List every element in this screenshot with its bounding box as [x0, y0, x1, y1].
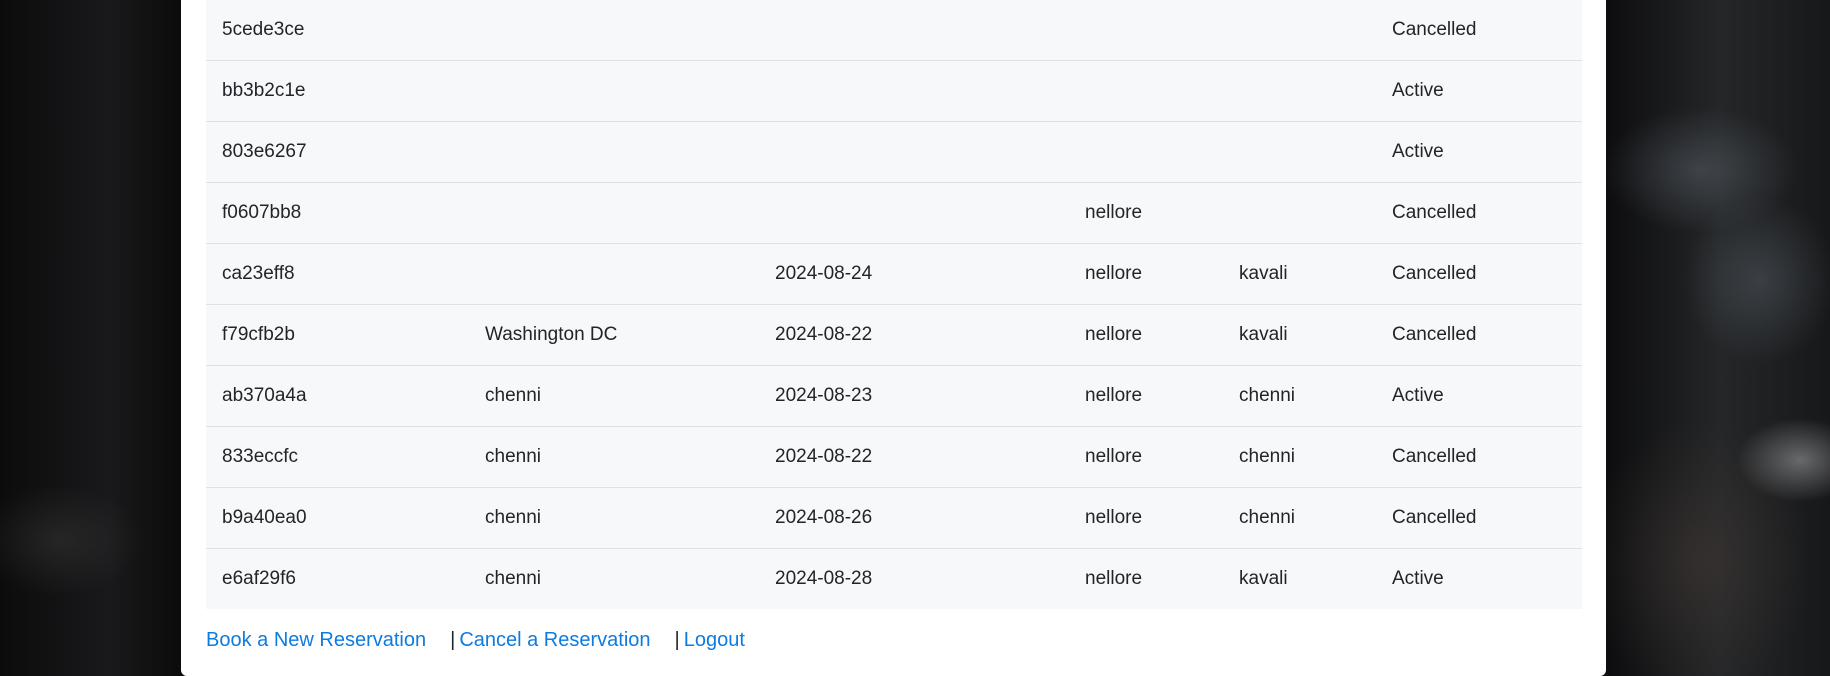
date-cell [759, 182, 1069, 244]
to-cell: kavali [1223, 304, 1376, 366]
book-reservation-link[interactable]: Book a New Reservation [206, 629, 426, 651]
status-cell: Active [1376, 365, 1582, 427]
from-cell: nellore [1069, 548, 1223, 609]
from-cell: nellore [1069, 365, 1223, 427]
origin-cell: Washington DC [469, 304, 759, 366]
origin-cell [469, 121, 759, 183]
status-cell: Cancelled [1376, 0, 1582, 61]
date-cell: 2024-08-26 [759, 487, 1069, 549]
reservations-table-body: 5cede3ce Cancelled bb3b2c1e Active 803e6267 A… [206, 0, 1582, 609]
status-cell: Cancelled [1376, 182, 1582, 244]
origin-cell: chenni [469, 487, 759, 549]
status-cell: Active [1376, 60, 1582, 122]
reservation-id-cell: 5cede3ce [206, 0, 469, 61]
separator: | [674, 629, 680, 651]
table-row: 5cede3ce Cancelled [206, 0, 1582, 61]
from-cell: nellore [1069, 243, 1223, 305]
table-row: f0607bb8 nellore Cancelled [206, 182, 1582, 244]
to-cell [1223, 121, 1376, 183]
status-cell: Cancelled [1376, 304, 1582, 366]
date-cell: 2024-08-28 [759, 548, 1069, 609]
table-row: bb3b2c1e Active [206, 60, 1582, 122]
reservation-id-cell: ab370a4a [206, 365, 469, 427]
date-cell: 2024-08-23 [759, 365, 1069, 427]
reservation-id-cell: f0607bb8 [206, 182, 469, 244]
reservation-id-cell: bb3b2c1e [206, 60, 469, 122]
table-row: 833eccfc chenni 2024-08-22 nellore chenni Can… [206, 426, 1582, 488]
status-cell: Cancelled [1376, 487, 1582, 549]
reservation-id-cell: ca23eff8 [206, 243, 469, 305]
date-cell [759, 0, 1069, 61]
table-row: 803e6267 Active [206, 121, 1582, 183]
origin-cell [469, 182, 759, 244]
date-cell: 2024-08-24 [759, 243, 1069, 305]
origin-cell [469, 60, 759, 122]
from-cell: nellore [1069, 304, 1223, 366]
from-cell: nellore [1069, 182, 1223, 244]
table-row: b9a40ea0 chenni 2024-08-26 nellore chenni Can… [206, 487, 1582, 549]
from-cell [1069, 0, 1223, 61]
table-row: e6af29f6 chenni 2024-08-28 nellore kavali Act… [206, 548, 1582, 609]
date-cell [759, 121, 1069, 183]
to-cell: kavali [1223, 243, 1376, 305]
table-row: ca23eff8 2024-08-24 nellore kavali Cancelled [206, 243, 1582, 305]
table-row: f79cfb2b Washington DC 2024-08-22 nellore ka… [206, 304, 1582, 366]
origin-cell [469, 243, 759, 305]
status-cell: Cancelled [1376, 426, 1582, 488]
origin-cell: chenni [469, 365, 759, 427]
origin-cell: chenni [469, 548, 759, 609]
status-cell: Active [1376, 121, 1582, 183]
reservation-id-cell: 803e6267 [206, 121, 469, 183]
reservation-id-cell: b9a40ea0 [206, 487, 469, 549]
separator: | [450, 629, 456, 651]
to-cell [1223, 0, 1376, 61]
reservation-id-cell: e6af29f6 [206, 548, 469, 609]
to-cell [1223, 182, 1376, 244]
cancel-reservation-link[interactable]: Cancel a Reservation [459, 629, 650, 651]
from-cell [1069, 121, 1223, 183]
to-cell: chenni [1223, 426, 1376, 488]
from-cell: nellore [1069, 426, 1223, 488]
status-cell: Active [1376, 548, 1582, 609]
origin-cell [469, 0, 759, 61]
date-cell: 2024-08-22 [759, 304, 1069, 366]
reservation-id-cell: 833eccfc [206, 426, 469, 488]
to-cell: chenni [1223, 365, 1376, 427]
table-row: ab370a4a chenni 2024-08-23 nellore chenni Act… [206, 365, 1582, 427]
date-cell: 2024-08-22 [759, 426, 1069, 488]
reservation-id-cell: f79cfb2b [206, 304, 469, 366]
footer-links: Book a New Reservation | Cancel a Reservat… [206, 629, 745, 652]
logout-link[interactable]: Logout [684, 629, 745, 651]
reservations-panel: 5cede3ce Cancelled bb3b2c1e Active 803e6267 A… [181, 0, 1606, 676]
to-cell: chenni [1223, 487, 1376, 549]
status-cell: Cancelled [1376, 243, 1582, 305]
date-cell [759, 60, 1069, 122]
origin-cell: chenni [469, 426, 759, 488]
reservations-table: 5cede3ce Cancelled bb3b2c1e Active 803e6267 A… [206, 0, 1582, 609]
from-cell [1069, 60, 1223, 122]
to-cell: kavali [1223, 548, 1376, 609]
to-cell [1223, 60, 1376, 122]
from-cell: nellore [1069, 487, 1223, 549]
